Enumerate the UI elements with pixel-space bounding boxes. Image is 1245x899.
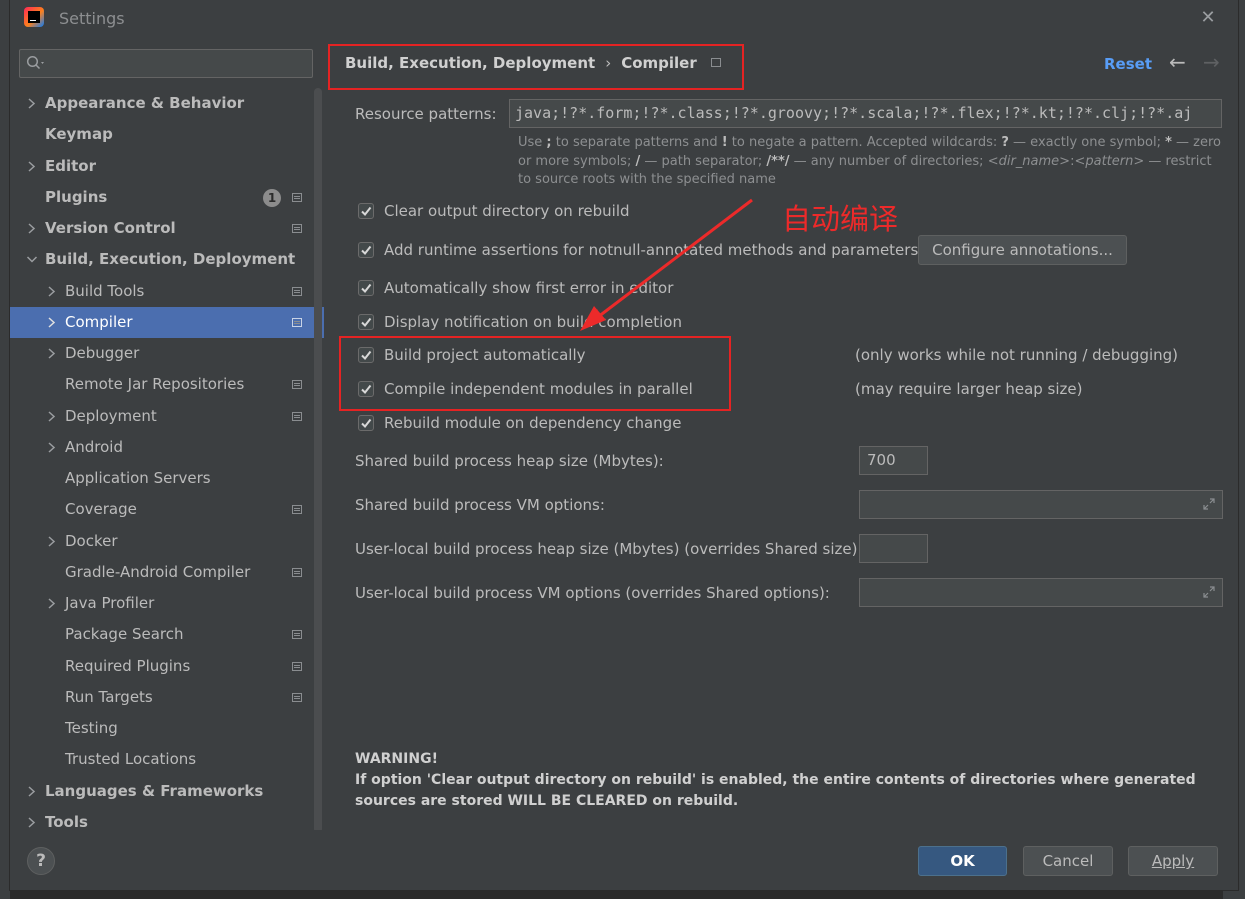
annotation-arrow — [580, 198, 753, 331]
